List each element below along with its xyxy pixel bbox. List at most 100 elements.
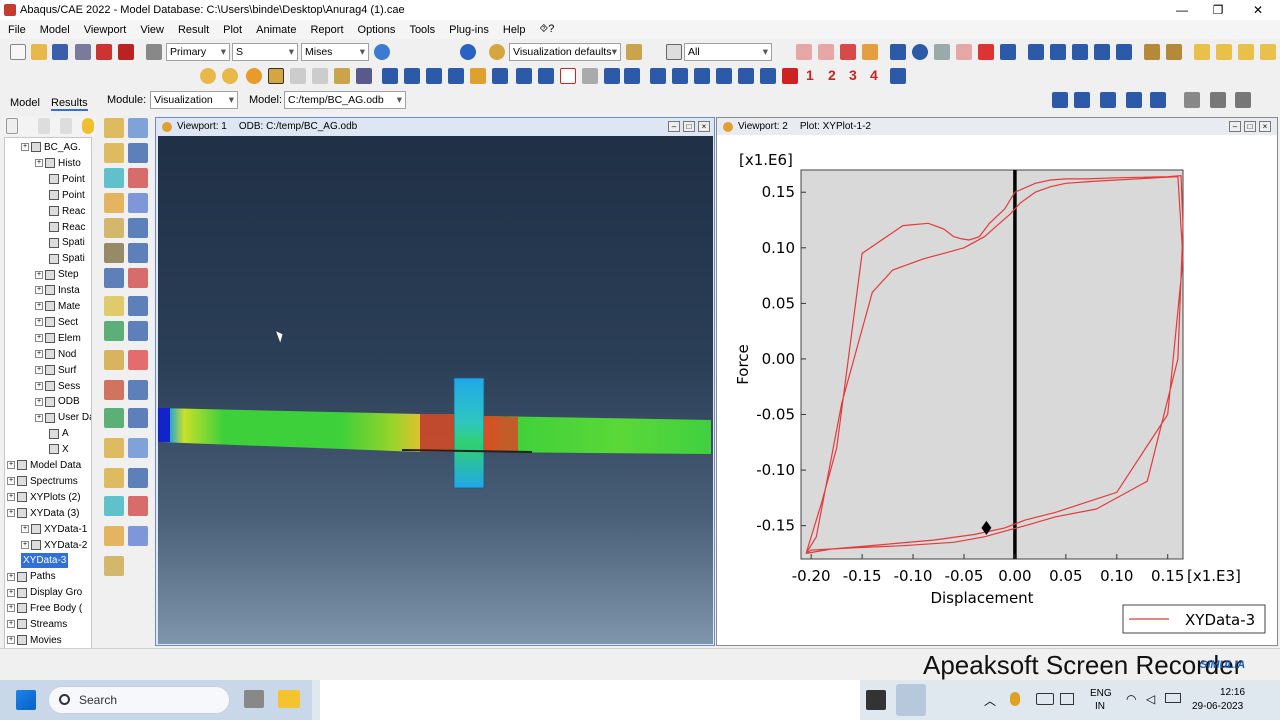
context-help-icon[interactable]: ⯑? [540,23,555,36]
display-group-icon[interactable] [334,68,350,84]
tree-up-icon[interactable] [38,118,50,134]
view-triad-icon[interactable] [890,68,906,84]
toolbox-tool-icon[interactable] [104,496,124,516]
tree-item[interactable]: + Nod [35,347,76,362]
display-options-icon[interactable] [356,68,372,84]
refresh-icon[interactable] [374,44,390,60]
language-in[interactable]: IN [1095,701,1105,712]
toolbox-tool-icon[interactable] [128,296,148,316]
close-button[interactable]: ✕ [1240,0,1276,20]
expand-toggle-icon[interactable]: + [7,477,15,486]
export-icon[interactable] [118,44,134,60]
toolbox-tool-icon[interactable] [128,268,148,288]
toolbox-tool-icon[interactable] [104,321,124,341]
pan-icon[interactable] [890,44,906,60]
expand-toggle-icon[interactable]: + [35,318,43,327]
menu-plot[interactable]: Plot [223,24,242,36]
shaded-icon[interactable] [246,68,262,84]
toolbox-tool-icon[interactable] [104,296,124,316]
play-pause-icon[interactable] [1028,44,1044,60]
last-frame-icon[interactable] [1116,44,1132,60]
iso-view-icon[interactable] [1144,44,1160,60]
expand-toggle-icon[interactable]: + [7,604,15,613]
toolbox-tool-icon[interactable] [128,168,148,188]
tree-item[interactable]: A [49,426,69,441]
display-icon[interactable] [1060,693,1074,705]
expand-toggle-icon[interactable]: + [35,270,43,279]
view-zy-icon[interactable] [716,68,732,84]
tree-item[interactable]: + XYData (3) [7,506,79,521]
microphone-icon[interactable] [1010,692,1020,706]
movie-camera-icon[interactable] [1235,92,1251,108]
pointer-tool-icon[interactable] [582,68,598,84]
expand-toggle-icon[interactable]: + [35,350,43,359]
tree-item[interactable]: + BC_AG. [21,140,81,155]
expand-toggle-icon[interactable]: + [7,572,15,581]
maximize-button[interactable]: ❐ [1200,0,1236,20]
frame-selector-icon[interactable] [1184,92,1200,108]
next-frame-icon[interactable] [1094,44,1110,60]
zoom-icon[interactable] [934,44,950,60]
toolbox-tool-icon[interactable] [104,468,124,488]
view-xz-icon[interactable] [760,68,776,84]
windows-start-icon[interactable] [16,690,36,710]
menu-model[interactable]: Model [40,24,70,36]
cycle-views-icon[interactable] [1000,44,1016,60]
expand-toggle-icon[interactable]: + [21,143,29,152]
step-frame-icon[interactable] [146,44,162,60]
front-view-icon[interactable] [1166,44,1182,60]
file-explorer-icon[interactable] [278,690,300,708]
view-xy-icon[interactable] [650,68,666,84]
tree-item[interactable]: Reac [49,204,85,219]
view-2-button[interactable]: 2 [828,67,836,83]
clock-time[interactable]: 12:16 [1220,687,1245,698]
circle-select-icon[interactable] [840,44,856,60]
visualization-defaults-icon[interactable] [489,44,505,60]
toolbox-tool-icon[interactable] [128,380,148,400]
expand-toggle-icon[interactable]: + [35,334,43,343]
tree-item[interactable]: Spati [49,235,85,250]
viewport-2-maximize-button[interactable]: □ [1244,121,1256,132]
first-frame-icon[interactable] [1050,44,1066,60]
animate-last-icon[interactable] [1150,92,1166,108]
tab-model[interactable]: Model [10,97,40,109]
toolbox-tool-icon[interactable] [104,380,124,400]
expand-toggle-icon[interactable]: + [35,413,43,422]
tree-collapse-icon[interactable] [60,118,72,134]
wifi-icon[interactable]: ◠ [1126,692,1136,706]
animate-prev-icon[interactable] [1100,92,1116,108]
tree-item[interactable]: + XYData-2 [21,538,87,553]
menu-report[interactable]: Report [310,24,343,36]
render-style-icon[interactable] [200,68,216,84]
toolbox-tool-icon[interactable] [128,496,148,516]
text-tool-icon[interactable] [560,68,576,84]
tree-item[interactable]: + Model Data [7,458,81,473]
save-icon[interactable] [52,44,68,60]
view-yz-icon[interactable] [694,68,710,84]
module-select[interactable]: Visualization [150,91,238,109]
speaker-icon[interactable]: ◁ [1146,692,1155,706]
toolbox-tool-icon[interactable] [128,321,148,341]
tree-item[interactable]: + Mate [35,299,80,314]
select-arrow-icon[interactable] [666,44,682,60]
menu-tools[interactable]: Tools [409,24,435,36]
tree-item[interactable]: + Step [35,267,79,282]
arrow-tool-icon[interactable] [538,68,554,84]
visualization-defaults-select[interactable]: Visualization defaults [509,43,621,61]
task-view-icon[interactable] [244,690,264,708]
view-1-button[interactable]: 1 [806,67,814,83]
tree-item[interactable]: + Display Gro [7,585,82,600]
animate-play-icon[interactable] [1052,92,1068,108]
tree-item[interactable]: + Insta [35,283,80,298]
toolbox-tool-icon[interactable] [104,526,124,546]
redo-icon[interactable] [312,68,328,84]
tree-bulb-icon[interactable] [82,118,94,134]
expand-toggle-icon[interactable]: + [7,509,15,518]
tree-item[interactable]: + XYData-1 [21,522,87,537]
expand-toggle-icon[interactable]: + [35,286,43,295]
view-yx-icon[interactable] [672,68,688,84]
toolbox-tool-icon[interactable] [128,350,148,370]
expand-toggle-icon[interactable]: + [7,588,15,597]
model-canvas[interactable] [158,136,713,644]
tree-item[interactable]: Point [49,188,85,203]
